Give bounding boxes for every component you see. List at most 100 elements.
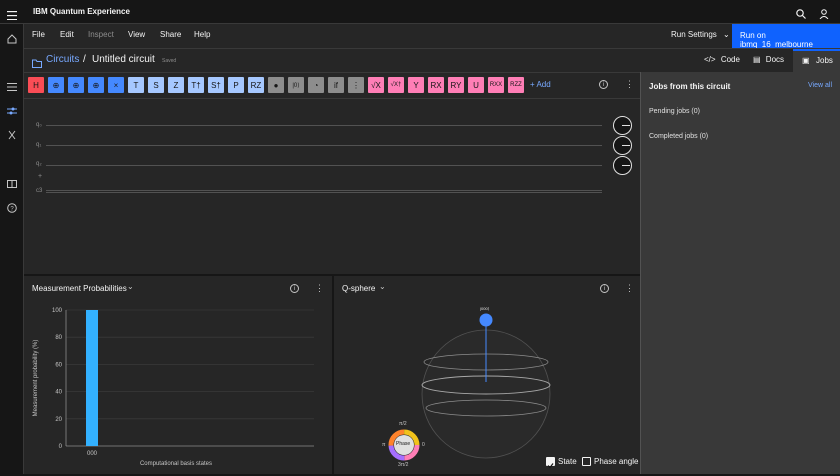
gate-z[interactable]: Z [168, 77, 184, 93]
gate-u[interactable]: U [468, 77, 484, 93]
y-tick-label: 40 [55, 390, 62, 396]
qubit-label-q2: q₂ [36, 161, 42, 167]
run-settings-label: Run Settings [671, 30, 717, 39]
menu-view[interactable]: View [128, 30, 145, 39]
gate-ry[interactable]: RY [448, 77, 464, 93]
breadcrumb-circuits-link[interactable]: Circuits [46, 54, 79, 65]
y-tick-label: 80 [55, 335, 62, 341]
view-all-link[interactable]: View all [808, 82, 832, 89]
menu-file[interactable]: File [32, 30, 45, 39]
qsphere-info-icon[interactable]: i [600, 284, 609, 293]
help-icon[interactable]: ? [7, 200, 17, 213]
y-tick-label: 100 [52, 308, 63, 314]
menu-edit[interactable]: Edit [60, 30, 74, 39]
phase-angle-checkbox[interactable] [582, 457, 591, 466]
probs-info-icon[interactable]: i [290, 284, 299, 293]
gate-barrier-2[interactable]: ⋮ [348, 77, 364, 93]
gate-reset[interactable]: |0⟩ [288, 77, 304, 93]
qsphere-overflow-menu-icon[interactable]: ⋮ [625, 284, 634, 293]
probs-dropdown-chevron-icon[interactable]: ⌄ [127, 282, 134, 291]
gate-s[interactable]: S [148, 77, 164, 93]
qubit-label-q1: q₁ [36, 142, 42, 148]
qubit-wire-q1[interactable] [46, 145, 602, 146]
classical-wire [46, 190, 602, 191]
q-sphere-panel: Q-sphere ⌄ i ⋮ |000⟩ Phase π/2 3π/2 π 0 … [332, 274, 640, 474]
home-icon[interactable] [7, 31, 17, 44]
run-button[interactable]: Run on ibmq_16_melbourne [732, 24, 840, 49]
measurement-icon-q0[interactable] [613, 116, 632, 135]
circuit-composer [24, 72, 640, 274]
search-icon[interactable] [796, 6, 806, 19]
measurement-icon-q2[interactable] [613, 156, 632, 175]
qubit-wire-q2[interactable] [46, 165, 602, 166]
phase-wheel-center-label: Phase [396, 441, 411, 447]
phase-angle-checkbox-label: Phase angle [594, 457, 639, 466]
phase-top-label: π/2 [399, 421, 407, 427]
menu-inspect[interactable]: Inspect [88, 30, 114, 39]
app-title: IBM Quantum Experience [33, 7, 130, 16]
gate-rx[interactable]: RX [428, 77, 444, 93]
y-axis-label: Measurement probability (%) [33, 340, 39, 417]
info-icon[interactable]: i [599, 80, 608, 89]
add-gate-button[interactable]: + Add [530, 80, 551, 89]
measurement-icon-q1[interactable] [613, 136, 632, 155]
qubit-wire-q0[interactable] [46, 125, 602, 126]
gate-toffoli-2[interactable]: ⊕ [88, 77, 104, 93]
run-settings-button[interactable]: Run Settings ⌄ [671, 30, 730, 39]
qsphere-dropdown-chevron-icon[interactable]: ⌄ [379, 282, 386, 291]
gate-p[interactable]: P [228, 77, 244, 93]
gate-toffoli[interactable]: ⊕ [68, 77, 84, 93]
top-bar: IBM Quantum Experience [0, 0, 840, 24]
composer-divider [24, 98, 640, 99]
tab-docs[interactable]: ▤ Docs [753, 55, 784, 64]
add-qubit-button[interactable]: + [38, 173, 42, 180]
circuit-title[interactable]: Untitled circuit [92, 54, 155, 65]
gate-barrier[interactable]: ● [268, 77, 284, 93]
y-tick-label: 20 [55, 417, 62, 423]
qsphere-title: Q-sphere [342, 284, 376, 293]
state-node[interactable] [479, 313, 493, 327]
gate-swap[interactable]: × [108, 77, 124, 93]
overflow-menu-icon[interactable]: ⋮ [625, 80, 634, 89]
gate-rxx[interactable]: RXX [488, 77, 504, 93]
gate-rzz[interactable]: RZZ [508, 77, 524, 93]
gate-sqrt-x-dg[interactable]: √X† [388, 77, 404, 93]
probs-overflow-menu-icon[interactable]: ⋮ [315, 284, 324, 293]
gate-cnot[interactable]: ⊕ [48, 77, 64, 93]
classical-wire-2 [46, 192, 602, 193]
hamburger-menu-icon[interactable] [7, 7, 17, 21]
jobs-panel: Jobs from this circuit View all Pending … [640, 72, 840, 474]
folder-icon [32, 55, 42, 68]
run-button-label: Run on ibmq_16_melbourne [740, 31, 813, 49]
gate-rz[interactable]: RZ [248, 77, 264, 93]
measurement-probabilities-panel: Measurement Probabilities ⌄ i ⋮ 0 20 40 60 8… [24, 274, 332, 474]
circuit-composer-icon[interactable] [7, 103, 17, 115]
tab-jobs-label: Jobs [816, 56, 833, 65]
list-icon[interactable] [7, 79, 17, 91]
y-tick-label: 60 [55, 362, 62, 368]
code-icon: </> [704, 55, 716, 64]
menu-bar: File Edit Inspect View Share Help Run Se… [24, 24, 840, 49]
menu-help[interactable]: Help [194, 30, 210, 39]
tab-jobs[interactable]: ▣ Jobs [793, 49, 840, 73]
chevron-down-icon: ⌄ [723, 30, 730, 39]
docs-book-icon[interactable] [7, 176, 17, 188]
tab-code[interactable]: </> Code [704, 55, 740, 64]
state-checkbox[interactable] [546, 457, 555, 469]
gate-tdg[interactable]: T† [188, 77, 204, 93]
gate-sqrt-x[interactable]: √X [368, 77, 384, 93]
gate-sdg[interactable]: S† [208, 77, 224, 93]
pending-jobs[interactable]: Pending jobs (0) [649, 108, 700, 115]
jobs-icon: ▣ [802, 56, 810, 65]
gate-y[interactable]: Y [408, 77, 424, 93]
q-sphere-visual[interactable] [334, 300, 640, 476]
probs-title: Measurement Probabilities [32, 284, 127, 293]
completed-jobs[interactable]: Completed jobs (0) [649, 133, 708, 140]
menu-share[interactable]: Share [160, 30, 181, 39]
gate-h[interactable]: H [28, 77, 44, 93]
gate-if[interactable]: if [328, 77, 344, 93]
lab-icon[interactable] [7, 127, 17, 140]
gate-t[interactable]: T [128, 77, 144, 93]
gate-measure[interactable]: ◔ [308, 77, 324, 93]
user-avatar-icon[interactable] [819, 6, 829, 20]
